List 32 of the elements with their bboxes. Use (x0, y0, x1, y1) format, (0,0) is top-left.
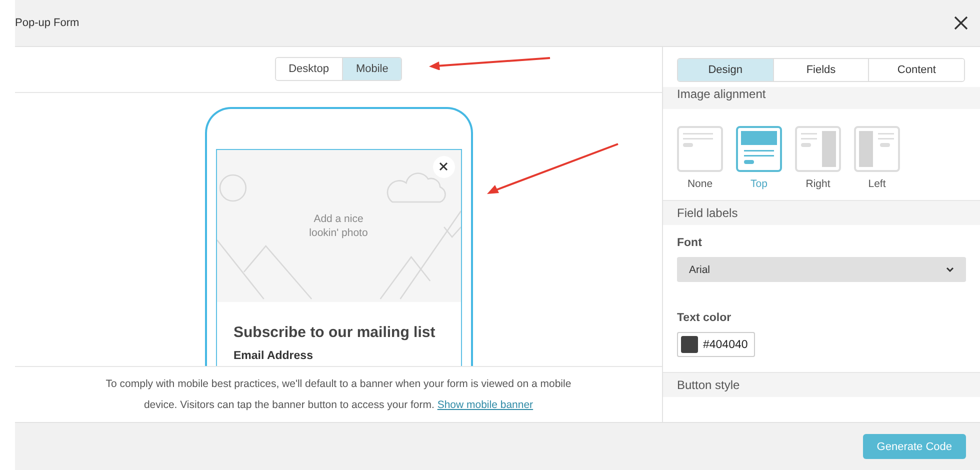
color-swatch (681, 336, 698, 353)
notice-text: To comply with mobile best practices, we'll default to a banner when your form is viewed on a mobile device. Visitors can tap the banner button to access your form. Show mobile banner (104, 376, 572, 413)
field-label: Text color (677, 312, 732, 324)
window-title: Pop-up Form (15, 17, 80, 29)
layout-icon (801, 131, 836, 167)
alignment-option[interactable] (736, 126, 782, 172)
layout-icon (683, 133, 713, 147)
photo-placeholder-text: Add a nice lookin' photo (308, 212, 369, 240)
alignment-option[interactable] (854, 126, 900, 172)
close-icon[interactable] (432, 156, 454, 178)
option-label: Top (750, 178, 768, 190)
section-header: Field labels (663, 200, 980, 225)
option-label: None (687, 178, 713, 190)
show-banner-link[interactable]: Show mobile banner (437, 398, 534, 411)
option-label: Right (806, 178, 830, 190)
layout-icon (741, 131, 777, 164)
font-dropdown[interactable]: Arial (677, 257, 966, 282)
panel-tab[interactable]: Content (868, 59, 964, 81)
layout-icon (859, 131, 894, 167)
chevron-down-icon (946, 267, 954, 272)
alignment-option[interactable] (677, 126, 723, 172)
form-heading: Subscribe to our mailing list (234, 324, 436, 341)
close-icon[interactable] (954, 16, 968, 30)
panel-tab[interactable]: Design (678, 59, 773, 81)
option-label: Left (868, 178, 886, 190)
field-label: Font (677, 237, 703, 249)
section-header: Button style (663, 372, 980, 397)
field-label: Email Address (234, 350, 314, 363)
alignment-option[interactable] (795, 126, 841, 172)
color-field[interactable]: #404040 (677, 332, 755, 357)
view-toggle-button[interactable]: Mobile (342, 58, 402, 80)
section-header: Image alignment (663, 87, 980, 109)
